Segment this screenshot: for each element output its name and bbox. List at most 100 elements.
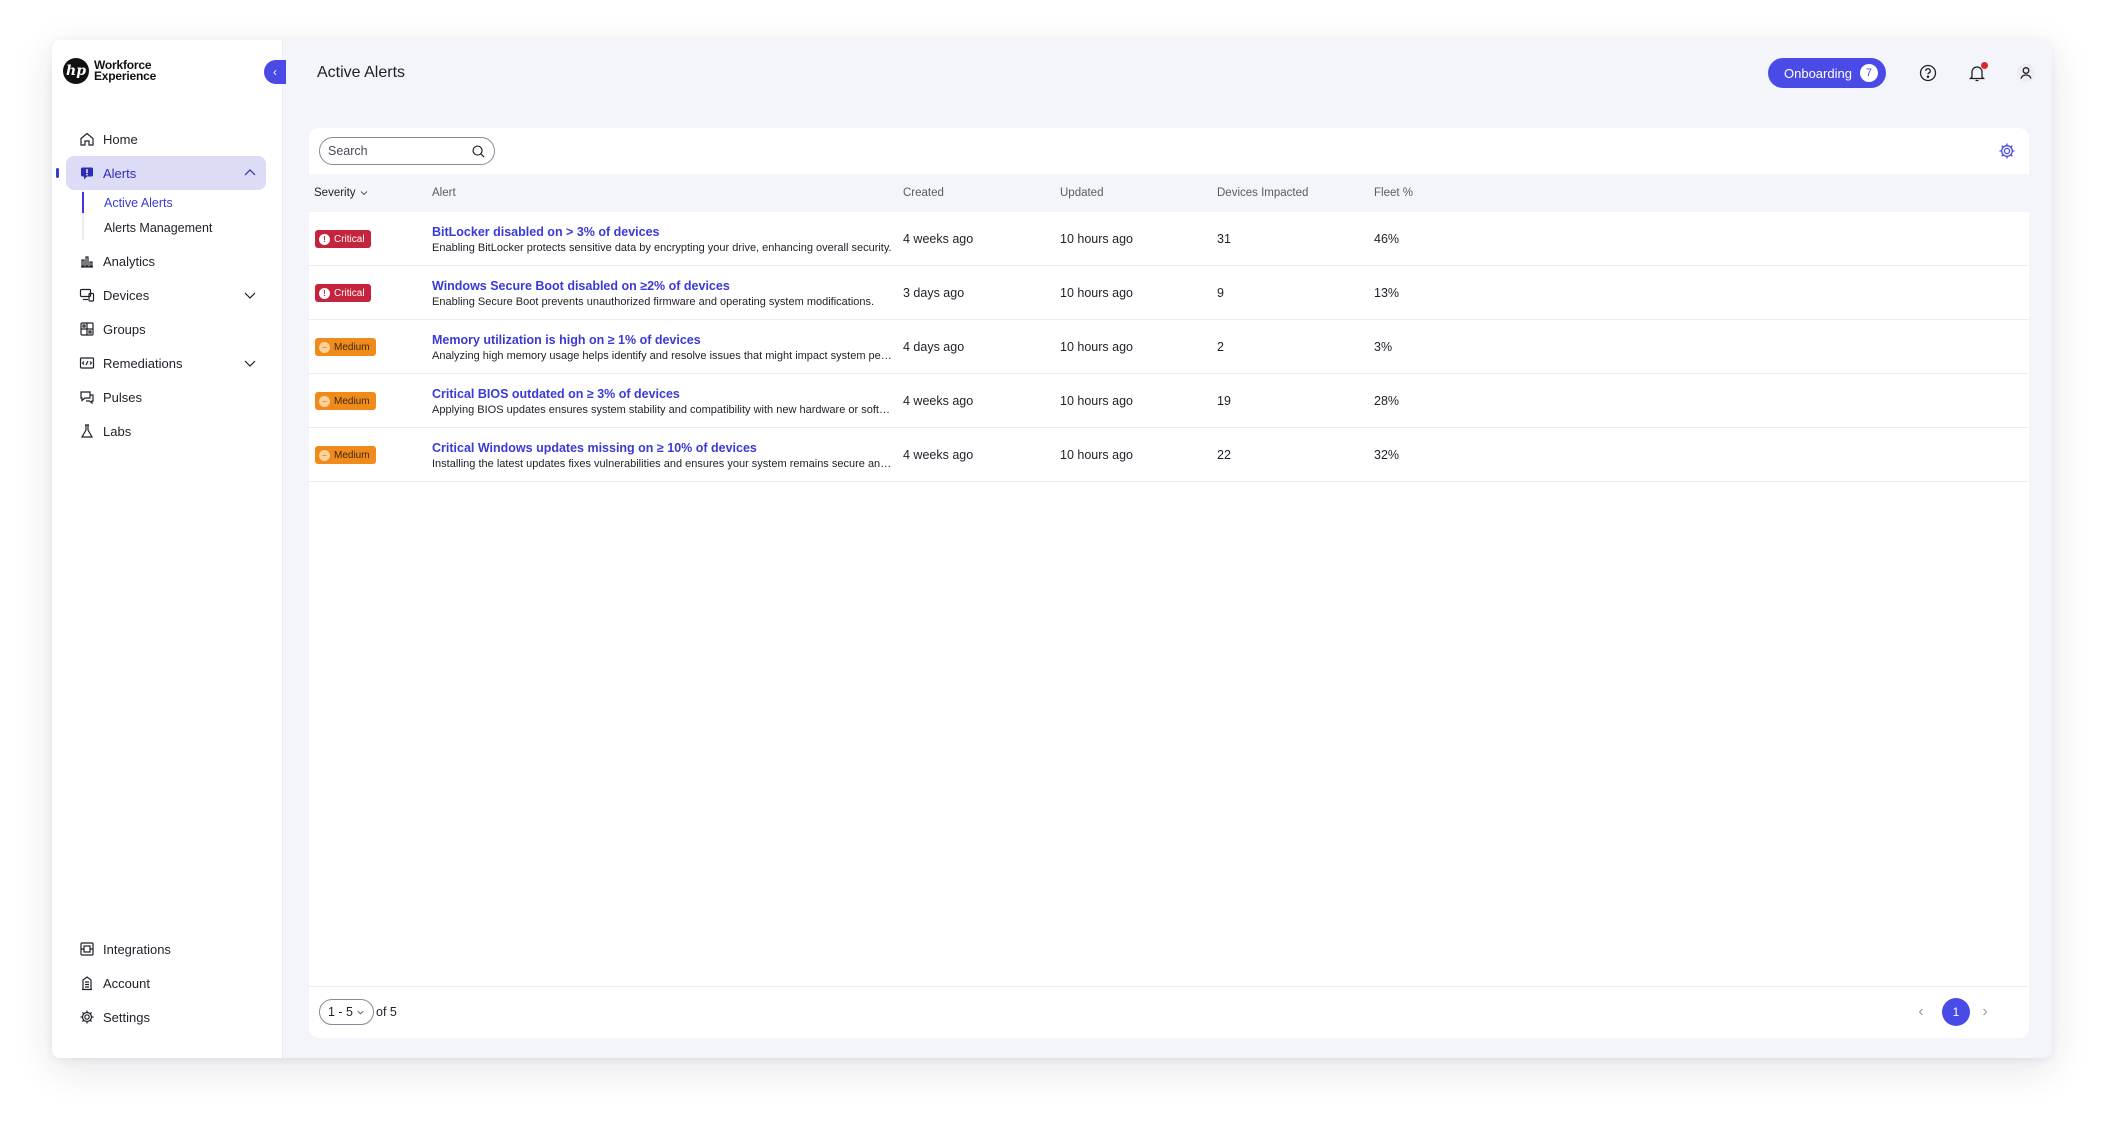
alert-title-link[interactable]: Critical Windows updates missing on ≥ 10… [432, 441, 757, 455]
created-cell: 4 weeks ago [903, 232, 974, 246]
updated-cell: 10 hours ago [1060, 394, 1133, 408]
alert-description: Enabling BitLocker protects sensitive da… [432, 241, 892, 254]
chevron-up-icon[interactable] [242, 165, 258, 181]
help-icon [1919, 64, 1937, 82]
page-size-select[interactable]: 1 - 5 [319, 999, 375, 1025]
collapse-sidebar-button[interactable]: ‹ [264, 60, 286, 84]
severity-badge-critical: ! Critical [315, 284, 371, 302]
fleet-percent-cell: 32% [1374, 448, 1400, 462]
pulses-icon [79, 389, 95, 405]
previous-page-button[interactable]: ‹ [1911, 1002, 1931, 1022]
chevron-down-icon[interactable] [242, 287, 258, 303]
updated-cell: 10 hours ago [1060, 448, 1133, 462]
column-updated[interactable]: Updated [1060, 187, 1103, 199]
sidebar-item-settings[interactable]: Settings [66, 1000, 266, 1034]
updated-cell: 10 hours ago [1060, 340, 1133, 354]
chevron-down-icon [357, 1010, 364, 1014]
sidebar-item-pulses[interactable]: Pulses [66, 380, 266, 414]
secondary-nav: Integrations Account Settings [66, 932, 266, 1034]
subnav-item-active-alerts[interactable]: Active Alerts [82, 190, 266, 215]
severity-badge-medium: − Medium [315, 338, 376, 356]
alert-title-link[interactable]: Critical BIOS outdated on ≥ 3% of device… [432, 387, 680, 401]
total-count-text: of 5 [376, 1005, 397, 1019]
sidebar-item-devices[interactable]: Devices [66, 278, 266, 312]
sidebar-item-home[interactable]: Home [66, 122, 266, 156]
labs-icon [79, 423, 95, 439]
sidebar-item-labs[interactable]: Labs [66, 414, 266, 448]
table-row[interactable]: − Medium Memory utilization is high on ≥ … [309, 320, 2029, 374]
brand-logo[interactable]: hp Workforce Experience [63, 58, 156, 84]
alert-description: Installing the latest updates fixes vuln… [432, 457, 892, 470]
created-cell: 4 weeks ago [903, 448, 974, 462]
severity-badge-critical: ! Critical [315, 230, 371, 248]
page-button-current[interactable]: 1 [1942, 998, 1970, 1026]
search-box[interactable] [319, 137, 495, 165]
table-row[interactable]: ! Critical Windows Secure Boot disabled o… [309, 266, 2029, 320]
column-created[interactable]: Created [903, 187, 944, 199]
alert-description: Enabling Secure Boot prevents unauthoriz… [432, 295, 875, 308]
remediations-icon [79, 355, 95, 371]
devices-impacted-cell: 19 [1217, 394, 1231, 408]
search-icon[interactable] [471, 144, 486, 159]
table-row[interactable]: − Medium Critical Windows updates missing… [309, 428, 2029, 482]
subnav-item-alerts-management[interactable]: Alerts Management [84, 215, 266, 240]
table-row[interactable]: ! Critical BitLocker disabled on > 3% of … [309, 212, 2029, 266]
column-severity[interactable]: Severity [314, 187, 369, 199]
search-input[interactable] [328, 144, 471, 158]
chevron-left-icon: ‹ [1918, 1003, 1924, 1020]
table-row[interactable]: − Medium Critical BIOS outdated on ≥ 3% o… [309, 374, 2029, 428]
created-cell: 3 days ago [903, 286, 965, 300]
sidebar-item-account[interactable]: Account [66, 966, 266, 1000]
table-settings-gear-icon[interactable] [1997, 141, 2017, 161]
settings-icon [79, 1009, 95, 1025]
sidebar-item-groups[interactable]: Groups [66, 312, 266, 346]
alert-title-link[interactable]: BitLocker disabled on > 3% of devices [432, 225, 660, 239]
help-button[interactable] [1917, 62, 1939, 84]
chevron-left-icon: ‹ [273, 65, 277, 79]
account-icon [79, 975, 95, 991]
chevron-down-icon[interactable] [242, 355, 258, 371]
medium-icon: − [319, 341, 330, 353]
alert-title-link[interactable]: Windows Secure Boot disabled on ≥2% of d… [432, 279, 730, 293]
column-devices-impacted[interactable]: Devices Impacted [1217, 187, 1308, 199]
column-fleet-percent[interactable]: Fleet % [1374, 187, 1413, 199]
severity-badge-medium: − Medium [315, 446, 376, 464]
created-cell: 4 weeks ago [903, 394, 974, 408]
alert-title-link[interactable]: Memory utilization is high on ≥ 1% of de… [432, 333, 701, 347]
sort-chevron-down-icon [360, 191, 367, 196]
onboarding-button[interactable]: Onboarding 7 [1768, 58, 1886, 88]
notification-dot [1981, 62, 1988, 69]
user-profile-button[interactable] [2015, 62, 2037, 84]
alert-description: Applying BIOS updates ensures system sta… [432, 403, 892, 416]
home-icon [79, 131, 95, 147]
medium-icon: − [319, 449, 330, 461]
devices-impacted-cell: 22 [1217, 448, 1231, 462]
critical-icon: ! [319, 287, 330, 299]
column-alert[interactable]: Alert [432, 187, 456, 199]
main-nav: Home Alerts Active Alerts Alerts Managem… [56, 122, 266, 448]
alert-description: Analyzing high memory usage helps identi… [432, 349, 892, 362]
devices-impacted-cell: 31 [1217, 232, 1231, 246]
devices-impacted-cell: 2 [1217, 340, 1224, 354]
table-header: Severity Alert Created Updated Devices I… [309, 174, 2029, 212]
medium-icon: − [319, 395, 330, 407]
notifications-button[interactable] [1966, 62, 1988, 84]
sidebar-item-alerts[interactable]: Alerts [56, 156, 266, 190]
table-body: ! Critical BitLocker disabled on > 3% of … [309, 212, 2029, 482]
updated-cell: 10 hours ago [1060, 232, 1133, 246]
sidebar-item-analytics[interactable]: Analytics [66, 244, 266, 278]
sidebar-item-integrations[interactable]: Integrations [66, 932, 266, 966]
app-window: hp Workforce Experience ‹ Home Alerts Ac… [52, 40, 2052, 1058]
alerts-subnav: Active Alerts Alerts Management [82, 190, 266, 240]
sidebar: hp Workforce Experience ‹ Home Alerts Ac… [52, 40, 286, 1058]
updated-cell: 10 hours ago [1060, 286, 1133, 300]
next-page-button[interactable]: › [1975, 1002, 1995, 1022]
alert-icon [79, 165, 95, 181]
onboarding-count-badge: 7 [1859, 64, 1878, 82]
sidebar-item-remediations[interactable]: Remediations [66, 346, 266, 380]
alerts-table-card: Severity Alert Created Updated Devices I… [309, 128, 2029, 1038]
fleet-percent-cell: 46% [1374, 232, 1400, 246]
fleet-percent-cell: 28% [1374, 394, 1400, 408]
devices-impacted-cell: 9 [1217, 286, 1224, 300]
active-marker [56, 168, 59, 178]
